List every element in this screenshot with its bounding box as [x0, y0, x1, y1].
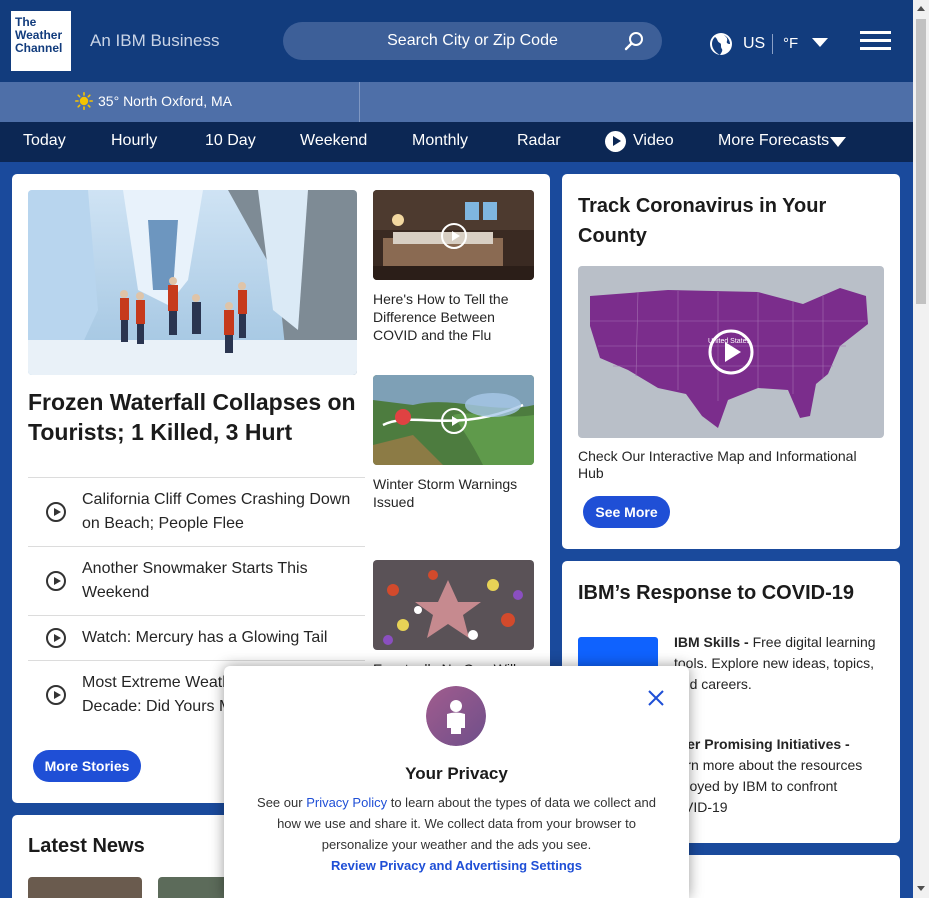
- privacy-policy-link[interactable]: Privacy Policy: [306, 795, 387, 810]
- thumbnail-caption[interactable]: Here's How to Tell the Difference Betwee…: [373, 290, 533, 344]
- ibm-initiatives-item[interactable]: Other Promising Initiatives - Learn more…: [663, 734, 885, 818]
- map-label: United States: [708, 338, 751, 345]
- ibm-skills-title: IBM Skills -: [674, 634, 749, 650]
- nav-today[interactable]: Today: [23, 132, 66, 150]
- search-placeholder: Search City or Zip Code: [387, 32, 558, 49]
- covid-card-description: Check Our Interactive Map and Informatio…: [578, 448, 857, 481]
- current-location-weather[interactable]: 35° North Oxford, MA: [98, 93, 232, 109]
- list-item[interactable]: California Cliff Comes Crashing Down on …: [28, 477, 365, 546]
- logo-line-3: Channel: [15, 41, 63, 55]
- nav-10-day[interactable]: 10 Day: [205, 132, 256, 150]
- thumbnail-winter-storm[interactable]: [373, 375, 534, 465]
- see-more-button[interactable]: See More: [583, 496, 670, 528]
- thumbnail-flowers[interactable]: [373, 560, 534, 650]
- scroll-down-icon[interactable]: [917, 886, 925, 891]
- list-item[interactable]: Another Snowmaker Starts This Weekend: [28, 546, 365, 615]
- page-scrollbar[interactable]: [913, 0, 929, 898]
- nav-monthly[interactable]: Monthly: [412, 132, 468, 150]
- site-header: The Weather Channel An IBM Business Sear…: [0, 0, 913, 82]
- privacy-text: See our Privacy Policy to learn about th…: [246, 792, 667, 855]
- weather-channel-logo[interactable]: The Weather Channel: [11, 11, 71, 71]
- latest-news-thumbnail[interactable]: [158, 877, 228, 898]
- thumbnail-covid-flu[interactable]: [373, 190, 534, 280]
- play-circle-icon: [46, 502, 66, 522]
- thumbnail-caption[interactable]: Winter Storm Warnings Issued: [373, 475, 533, 511]
- privacy-modal: Your Privacy See our Privacy Policy to l…: [224, 666, 689, 898]
- unit-selector[interactable]: °F: [783, 35, 798, 52]
- story-title: Watch: Mercury has a Glowing Tail: [82, 629, 328, 646]
- ibm-skills-item[interactable]: IBM Skills - Free digital learning tools…: [674, 632, 884, 695]
- play-circle-icon: [46, 685, 66, 705]
- story-title: Another Snowmaker Starts This Weekend: [82, 560, 308, 601]
- play-circle-icon: [441, 223, 467, 249]
- ibm-card-title[interactable]: IBM’s Response to COVID-19: [578, 578, 878, 608]
- caret-down-icon[interactable]: [830, 137, 846, 147]
- play-icon[interactable]: [605, 131, 626, 152]
- country-selector[interactable]: US: [743, 35, 765, 53]
- privacy-text-before: See our: [257, 795, 307, 810]
- current-temperature: 35°: [98, 93, 120, 109]
- privacy-title: Your Privacy: [405, 764, 508, 783]
- nav-weekend[interactable]: Weekend: [300, 132, 367, 150]
- latest-news-title: Latest News: [28, 835, 145, 857]
- more-stories-button[interactable]: More Stories: [33, 750, 141, 782]
- nav-radar[interactable]: Radar: [517, 132, 561, 150]
- play-circle-icon: [46, 571, 66, 591]
- nav-video[interactable]: Video: [633, 132, 674, 150]
- chevron-down-icon[interactable]: [812, 38, 828, 47]
- current-location: North Oxford, MA: [123, 93, 232, 109]
- sun-icon: [75, 92, 93, 110]
- covid-card-title[interactable]: Track Coronavirus in Your County: [578, 191, 878, 251]
- ibm-initiatives-title: Other Promising Initiatives -: [663, 736, 850, 752]
- location-bar-divider: [359, 82, 360, 122]
- nav-more-forecasts[interactable]: More Forecasts: [718, 132, 829, 150]
- search-input[interactable]: Search City or Zip Code: [283, 22, 662, 60]
- latest-news-thumbnail[interactable]: [28, 877, 142, 898]
- user-privacy-icon: [426, 686, 486, 746]
- nav-hourly[interactable]: Hourly: [111, 132, 157, 150]
- hamburger-menu-icon[interactable]: [860, 31, 891, 51]
- scrollbar-thumb[interactable]: [916, 19, 926, 304]
- headline-story[interactable]: Frozen Waterfall Collapses on Tourists; …: [28, 387, 358, 447]
- scroll-up-icon[interactable]: [917, 6, 925, 11]
- story-title: California Cliff Comes Crashing Down on …: [82, 491, 351, 532]
- globe-icon[interactable]: [709, 32, 733, 56]
- close-icon[interactable]: [646, 688, 666, 708]
- ibm-initiatives-text: Learn more about the resources deployed …: [663, 757, 863, 815]
- play-circle-icon: [441, 408, 467, 434]
- play-circle-icon: [46, 628, 66, 648]
- hero-image-frozen-waterfall[interactable]: [28, 190, 357, 375]
- covid-map-image[interactable]: United States: [578, 266, 884, 438]
- review-privacy-settings-link[interactable]: Review Privacy and Advertising Settings: [224, 858, 689, 873]
- list-item[interactable]: Watch: Mercury has a Glowing Tail: [28, 615, 365, 660]
- header-divider: [772, 34, 773, 54]
- ibm-tagline: An IBM Business: [90, 31, 220, 50]
- search-icon[interactable]: [624, 31, 644, 51]
